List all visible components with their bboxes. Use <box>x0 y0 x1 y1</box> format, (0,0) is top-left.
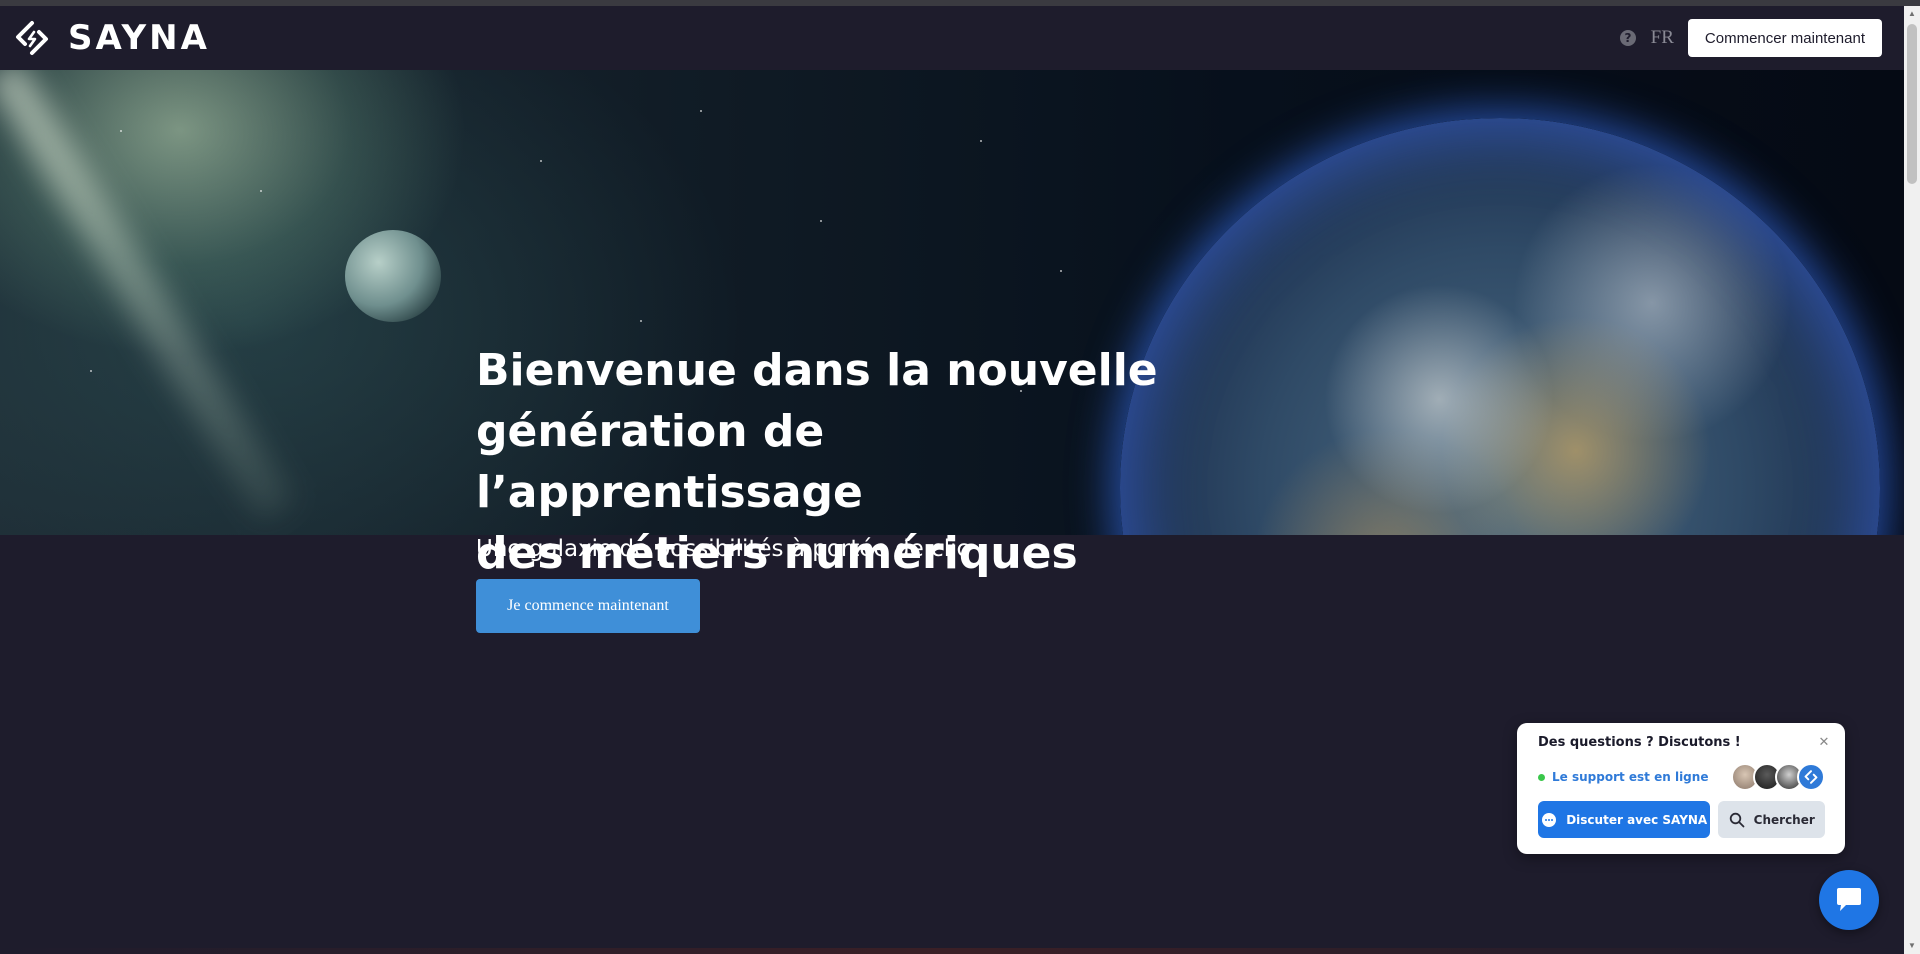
vertical-scrollbar[interactable]: ▲ ▼ <box>1904 6 1920 954</box>
language-selector[interactable]: FR <box>1651 27 1674 49</box>
support-status-text: Le support est en ligne <box>1552 770 1709 784</box>
search-label: Chercher <box>1753 812 1815 827</box>
nav-actions: ? FR Commencer maintenant <box>1619 19 1882 57</box>
start-now-button[interactable]: Commencer maintenant <box>1687 19 1882 57</box>
search-icon <box>1729 812 1745 827</box>
chat-with-sayna-button[interactable]: Discuter avec SAYNA <box>1538 801 1711 838</box>
star <box>640 320 642 322</box>
help-icon[interactable]: ? <box>1619 29 1637 47</box>
light-streak <box>0 70 295 522</box>
scroll-up-arrow-icon[interactable]: ▲ <box>1904 6 1920 22</box>
brand[interactable]: SAYNA <box>14 18 210 58</box>
page-bottom-edge <box>0 948 1904 954</box>
sayna-logo-icon <box>1804 770 1818 784</box>
chat-with-sayna-label: Discuter avec SAYNA <box>1566 812 1708 827</box>
scroll-down-arrow-icon[interactable]: ▼ <box>1904 938 1920 954</box>
brand-name: SAYNA <box>68 18 210 58</box>
hero-subtitle: Une galaxie de possibilités à portée de … <box>476 536 970 562</box>
support-status-row: Le support est en ligne <box>1538 762 1825 792</box>
chat-widget-actions: Discuter avec SAYNA Chercher <box>1538 801 1825 838</box>
scrollbar-thumb[interactable] <box>1907 24 1917 184</box>
star <box>820 220 822 222</box>
support-avatars <box>1731 763 1825 791</box>
chat-widget-title: Des questions ? Discutons ! <box>1538 735 1741 750</box>
navbar: SAYNA ? FR Commencer maintenant <box>0 6 1904 70</box>
svg-text:?: ? <box>1624 31 1631 45</box>
support-status: Le support est en ligne <box>1538 770 1708 784</box>
star <box>540 160 542 162</box>
star <box>120 130 122 132</box>
chat-launcher-icon <box>1837 888 1861 911</box>
star <box>90 370 92 372</box>
star <box>1060 270 1062 272</box>
search-button[interactable]: Chercher <box>1718 801 1825 838</box>
sayna-logo-icon <box>16 21 48 55</box>
avatar <box>1797 763 1825 791</box>
moon-illustration <box>345 230 441 322</box>
star <box>700 110 702 112</box>
hero-start-button[interactable]: Je commence maintenant <box>476 579 700 633</box>
star <box>260 190 262 192</box>
online-dot-icon <box>1538 773 1545 781</box>
planet-illustration <box>1120 118 1880 535</box>
star <box>980 140 982 142</box>
chat-launcher-button[interactable] <box>1819 870 1879 930</box>
close-icon[interactable]: ✕ <box>1817 735 1831 749</box>
chat-widget-card: Des questions ? Discutons ! ✕ Le support… <box>1517 723 1845 854</box>
chat-bubble-icon <box>1542 812 1557 827</box>
